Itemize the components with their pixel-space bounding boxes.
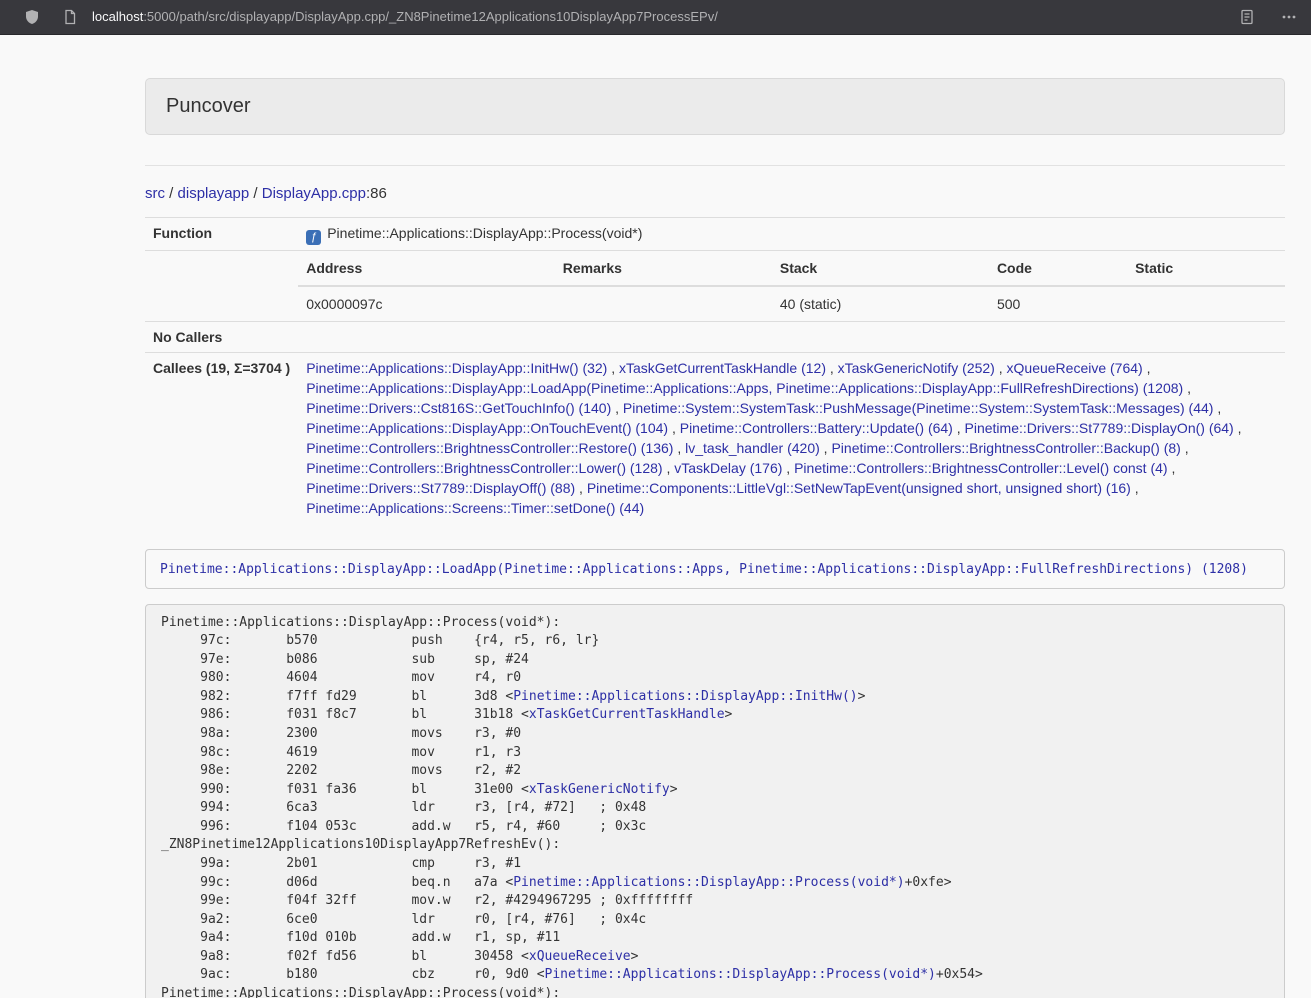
- no-callers-row: No Callers: [145, 322, 1285, 353]
- callee-link[interactable]: Pinetime::Drivers::Cst816S::GetTouchInfo…: [306, 400, 611, 416]
- code-symbol-link[interactable]: xTaskGenericNotify: [529, 782, 670, 797]
- callee-link[interactable]: Pinetime::Controllers::BrightnessControl…: [831, 440, 1180, 456]
- callee-link[interactable]: Pinetime::Applications::DisplayApp::Init…: [306, 360, 607, 376]
- function-label: Function: [145, 218, 298, 251]
- callees-list: Pinetime::Applications::DisplayApp::Init…: [298, 353, 1285, 524]
- url-bar[interactable]: localhost:5000/path/src/displayapp/Displ…: [92, 8, 1217, 27]
- page-content: Puncover src / displayapp / DisplayApp.c…: [145, 35, 1285, 998]
- callee-link[interactable]: xTaskGetCurrentTaskHandle (12): [619, 360, 826, 376]
- callee-link[interactable]: Pinetime::Controllers::BrightnessControl…: [306, 460, 662, 476]
- page-icon[interactable]: [58, 5, 82, 29]
- stats-remarks-value: [555, 286, 772, 321]
- url-host: localhost: [92, 9, 143, 24]
- code-symbol-link[interactable]: Pinetime::Applications::DisplayApp::Proc…: [545, 967, 936, 982]
- function-name-cell: ƒ Pinetime::Applications::DisplayApp::Pro…: [298, 218, 1285, 251]
- stats-values-row: 0x0000097c 40 (static) 500: [298, 286, 1285, 321]
- no-callers-label: No Callers: [145, 322, 298, 353]
- app-header: Puncover: [145, 78, 1285, 135]
- breadcrumb-link[interactable]: src: [145, 185, 165, 202]
- code-symbol-link[interactable]: xQueueReceive: [529, 949, 631, 964]
- stats-table: Address Remarks Stack Code Static 0x0000…: [298, 251, 1285, 321]
- stats-stack-value: 40 (static): [772, 286, 989, 321]
- callee-link[interactable]: Pinetime::Components::LittleVgl::SetNewT…: [587, 480, 1131, 496]
- callee-link[interactable]: Pinetime::Applications::DisplayApp::Load…: [306, 380, 1183, 396]
- page-title: Puncover: [166, 95, 251, 117]
- callee-link[interactable]: Pinetime::Applications::Screens::Timer::…: [306, 500, 644, 516]
- stats-header-code: Code: [989, 251, 1127, 286]
- callee-link[interactable]: Pinetime::Applications::DisplayApp::OnTo…: [306, 420, 668, 436]
- code-symbol-link[interactable]: xTaskGetCurrentTaskHandle: [529, 707, 725, 722]
- code-symbol-link[interactable]: Pinetime::Applications::DisplayApp::Init…: [513, 689, 857, 704]
- callee-link[interactable]: xTaskGenericNotify (252): [838, 360, 995, 376]
- callees-label: Callees (19, Σ=3704 ): [145, 353, 298, 524]
- stats-row-label: [145, 251, 298, 322]
- stats-header-remarks: Remarks: [555, 251, 772, 286]
- breadcrumb: src / displayapp / DisplayApp.cpp:86: [145, 183, 1285, 204]
- callee-link[interactable]: vTaskDelay (176): [674, 460, 782, 476]
- callee-link[interactable]: Pinetime::Controllers::BrightnessControl…: [306, 440, 673, 456]
- function-row: Function ƒ Pinetime::Applications::Displa…: [145, 218, 1285, 251]
- toolbar-right-group: [1217, 5, 1301, 29]
- function-type-icon: ƒ: [306, 230, 321, 245]
- disassembly-listing: Pinetime::Applications::DisplayApp::Proc…: [145, 604, 1285, 998]
- no-callers-cell: [298, 322, 1285, 353]
- stats-code-value: 500: [989, 286, 1127, 321]
- function-name: Pinetime::Applications::DisplayApp::Proc…: [327, 225, 642, 241]
- shield-icon[interactable]: [20, 5, 44, 29]
- stats-header-row: Address Remarks Stack Code Static: [298, 251, 1285, 286]
- callee-link[interactable]: Pinetime::Controllers::BrightnessControl…: [794, 460, 1167, 476]
- code-symbol-link[interactable]: Pinetime::Applications::DisplayApp::Proc…: [513, 875, 904, 890]
- stats-header-address: Address: [298, 251, 555, 286]
- callee-link[interactable]: Pinetime::Drivers::St7789::DisplayOff() …: [306, 480, 575, 496]
- stats-header-stack: Stack: [772, 251, 989, 286]
- url-path: :5000/path/src/displayapp/DisplayApp.cpp…: [143, 9, 718, 24]
- selected-callee-box: Pinetime::Applications::DisplayApp::Load…: [145, 549, 1285, 589]
- callee-link[interactable]: lv_task_handler (420): [685, 440, 820, 456]
- stats-address-value: 0x0000097c: [298, 286, 555, 321]
- overflow-menu-icon[interactable]: [1277, 5, 1301, 29]
- reader-mode-icon[interactable]: [1235, 5, 1259, 29]
- callee-link[interactable]: xQueueReceive (764): [1007, 360, 1143, 376]
- divider: [145, 165, 1285, 166]
- callee-link[interactable]: Pinetime::Controllers::Battery::Update()…: [680, 420, 953, 436]
- callees-row: Callees (19, Σ=3704 ) Pinetime::Applicat…: [145, 353, 1285, 524]
- browser-toolbar: localhost:5000/path/src/displayapp/Displ…: [0, 0, 1311, 35]
- breadcrumb-link[interactable]: displayapp: [178, 185, 250, 202]
- stats-static-value: [1127, 286, 1285, 321]
- stats-row: Address Remarks Stack Code Static 0x0000…: [145, 251, 1285, 322]
- breadcrumb-link[interactable]: DisplayApp.cpp: [262, 185, 366, 202]
- callee-link[interactable]: Pinetime::System::SystemTask::PushMessag…: [623, 400, 1214, 416]
- stats-header-static: Static: [1127, 251, 1285, 286]
- callee-link[interactable]: Pinetime::Drivers::St7789::DisplayOn() (…: [965, 420, 1234, 436]
- function-info-table: Function ƒPinetime::Applications::Displa…: [145, 217, 1285, 523]
- selected-callee-link[interactable]: Pinetime::Applications::DisplayApp::Load…: [160, 562, 1248, 577]
- stats-cell: Address Remarks Stack Code Static 0x0000…: [298, 251, 1285, 322]
